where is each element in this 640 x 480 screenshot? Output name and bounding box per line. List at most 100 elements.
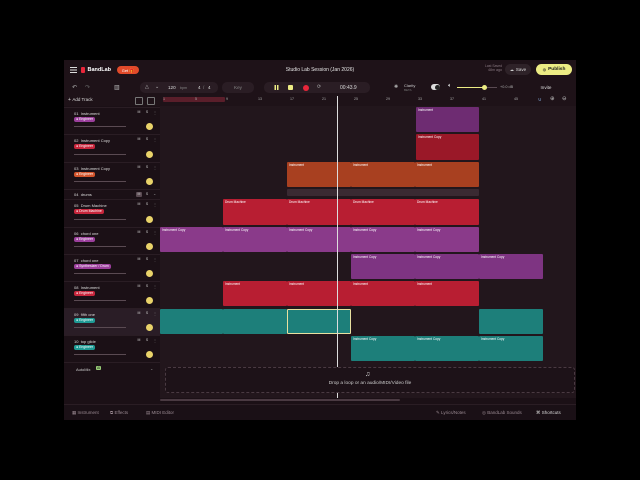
track-volume-slider[interactable] [74,123,153,130]
undo-icon[interactable]: ↶ [72,84,77,91]
more-icon[interactable]: ⋮ [153,338,157,343]
redo-icon[interactable]: ↷ [85,84,90,91]
master-volume-handle[interactable] [482,85,487,90]
more-icon[interactable]: ⋮ [153,110,157,115]
track-instrument-badge[interactable]: ● Engineer [74,144,96,149]
clip[interactable]: Instrument Copy [415,336,479,361]
automix-row[interactable]: AutoMix AI ⌄ [64,362,160,376]
more-icon[interactable]: ⋮ [153,202,157,207]
loop-region[interactable] [163,97,225,102]
track-pan-knob[interactable] [146,243,153,250]
track-name[interactable]: 07 chord one [74,258,98,263]
track-name[interactable]: 08 Instrument [74,285,100,290]
track-pan-knob[interactable] [146,324,153,331]
clip[interactable] [223,309,287,334]
solo-button[interactable]: S [144,110,150,115]
clip[interactable]: Instrument Copy [160,227,223,252]
clip[interactable]: Drum Machine [287,199,351,225]
track-header-03[interactable]: 03 Instrument Copy ● Engineer M S ⋮ [64,162,160,189]
track-header-08[interactable]: 08 Instrument ● Engineer M S ⋮ [64,281,160,308]
track-pan-knob[interactable] [146,351,153,358]
solo-button[interactable]: S [144,230,150,235]
track-pan-knob[interactable] [146,151,153,158]
automix-label[interactable]: AutoMix [76,367,90,372]
clip[interactable]: Instrument [351,162,415,187]
clip[interactable]: Instrument [223,281,287,306]
time-sig-num[interactable]: 4 [198,85,201,90]
mute-button[interactable]: M [136,202,142,207]
track-header-10[interactable]: 10 top glide ● Engineer M S ⋮ [64,335,160,362]
scrollbar-thumb[interactable] [160,399,400,401]
solo-button[interactable]: S [144,284,150,289]
track-volume-slider[interactable] [74,178,153,185]
track-name[interactable]: 01 Instrument [74,111,100,116]
clip[interactable]: Instrument [416,107,479,132]
track-header-01[interactable]: 01 Instrument ● Engineer M S ⋮ [64,107,160,134]
tempo-box[interactable]: △ ⌄ 120 bpm 4 / 4 [140,82,218,93]
track-name[interactable]: 05 Drum Machine [74,203,107,208]
solo-button[interactable]: S [144,192,150,197]
track-instrument-badge[interactable]: ● Synthesizer / Drum [74,264,111,269]
publish-button[interactable]: ◍ Publish [536,64,572,75]
track-name[interactable]: 02 Instrument Copy [74,138,110,143]
track-volume-slider[interactable] [74,151,153,158]
track-header-02[interactable]: 02 Instrument Copy ● Engineer M S ⋮ [64,134,160,162]
magnet-icon[interactable]: ∪ [538,97,542,103]
shortcuts-tab[interactable]: ⌘ Shortcuts [536,410,561,416]
clip[interactable]: Drum Machine [415,199,479,225]
clip[interactable] [479,309,543,334]
mute-button[interactable]: M [136,257,142,262]
clip[interactable]: Instrument Copy [416,134,479,160]
mute-button[interactable]: M [136,230,142,235]
timeline-ruler[interactable]: 1 5 9 13 17 21 25 29 33 37 41 45 ∪ ⊕ ⊖ [160,96,576,106]
solo-button[interactable]: S [144,165,150,170]
track-instrument-badge[interactable]: ● Engineer [74,345,96,350]
clip[interactable]: Instrument Copy [479,254,543,279]
solo-button[interactable]: S [144,137,150,142]
clip[interactable]: Instrument Copy [479,336,543,361]
lyrics-notes-tab[interactable]: ✎ Lyrics/Notes [436,410,466,416]
clip[interactable]: Instrument Copy [415,254,479,279]
clip[interactable]: Instrument [287,162,351,187]
clip[interactable]: Drum Machine [223,199,287,225]
mute-button[interactable]: M [136,284,142,289]
clip[interactable]: Instrument [351,281,415,306]
mute-button[interactable]: M [136,137,142,142]
mute-button[interactable]: M [136,338,142,343]
mute-button[interactable]: M [136,165,142,170]
track-volume-slider[interactable] [74,297,153,304]
track-instrument-badge[interactable]: ● Drum Machine [74,209,104,214]
mixer-icon[interactable]: ▥ [114,84,120,91]
track-pan-knob[interactable] [146,270,153,277]
instrument-tab[interactable]: ▦ Instrument [72,410,99,416]
track-pan-knob[interactable] [146,123,153,130]
speaker-icon[interactable]: 🔈︎ [448,83,452,90]
bandlab-sounds-tab[interactable]: ◎ BandLab Sounds [482,410,522,416]
chevron-down-icon[interactable]: ⌄ [153,191,156,196]
track-header-07[interactable]: 07 chord one ● Synthesizer / Drum M S ⋮ [64,254,160,281]
track-header-04[interactable]: 04 drums M S ⌄ [64,189,160,199]
track-volume-slider[interactable] [74,351,153,358]
clarity-switch[interactable] [431,84,440,90]
collapse-icon[interactable] [147,97,155,105]
mute-button[interactable]: M [136,192,142,197]
clip[interactable]: Instrument Copy [223,227,287,252]
key-box[interactable]: Key [222,82,254,93]
clip[interactable]: Instrument Copy [351,336,415,361]
edit-icon[interactable] [135,97,143,105]
solo-button[interactable]: S [144,202,150,207]
track-volume-slider[interactable] [74,324,153,331]
track-pan-knob[interactable] [146,297,153,304]
tempo-value[interactable]: 120 [168,85,176,90]
playhead[interactable] [337,96,338,398]
track-name[interactable]: 03 Instrument Copy [74,166,110,171]
arrangement-area[interactable]: Instrument Instrument Copy Instrument In… [160,96,576,398]
menu-icon[interactable] [70,67,77,73]
track-header-09[interactable]: 09 fifth one ● Engineer M S ⋮ [64,308,160,335]
solo-button[interactable]: S [144,311,150,316]
clip[interactable] [160,309,223,334]
clip[interactable]: Instrument Copy [351,254,415,279]
effects-tab[interactable]: ⧉ Effects [110,410,128,415]
solo-button[interactable]: S [144,338,150,343]
clip[interactable]: Instrument [415,281,479,306]
